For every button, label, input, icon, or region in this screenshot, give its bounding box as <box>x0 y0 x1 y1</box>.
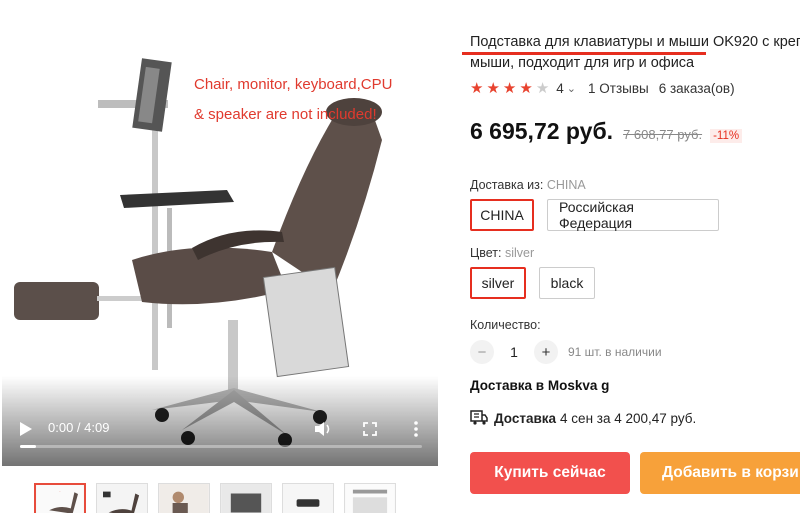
rating-value[interactable]: 4 <box>556 81 564 96</box>
notice-line-2: & speaker are not included! <box>194 106 377 123</box>
title-underline-annotation <box>462 52 706 55</box>
delivery-destination[interactable]: Доставка в Moskva g <box>470 378 609 393</box>
old-price: 7 608,77 руб. <box>623 127 703 142</box>
product-title-line-1: Подставка для клавиатуры и мыши OK920 с … <box>470 34 800 50</box>
product-title-line-2: мыши, подходит для игр и офиса <box>470 55 695 71</box>
product-video[interactable]: Chair, monitor, keyboard,CPU & speaker a… <box>2 20 438 466</box>
product-info: Подставка для клавиатуры и мыши OK920 с … <box>462 0 800 513</box>
color-option-silver[interactable]: silver <box>470 267 526 299</box>
video-progress-bar[interactable] <box>20 445 422 448</box>
color-option-black[interactable]: black <box>539 267 595 299</box>
orders-count: 6 заказа(ов) <box>658 80 735 96</box>
quantity-plus-button[interactable]: + <box>534 340 558 364</box>
thumbnail-1[interactable]: . <box>34 483 86 513</box>
volume-icon[interactable] <box>314 418 334 440</box>
not-included-notice: Chair, monitor, keyboard,CPU & speaker a… <box>194 70 434 130</box>
truck-icon <box>470 410 488 425</box>
delivery-label: Доставка <box>494 410 557 426</box>
current-price: 6 695,72 руб. <box>470 118 614 144</box>
chevron-down-icon[interactable]: ⌄ <box>567 82 576 95</box>
delivery-info: Доставка 4 сен за 4 200,47 руб. <box>470 410 696 426</box>
video-controls: 0:00 / 4:09 <box>2 396 438 466</box>
fullscreen-icon[interactable] <box>360 418 380 440</box>
color-label: Цвет: silver <box>470 246 534 260</box>
thumbnail-3[interactable] <box>158 483 210 513</box>
quantity-value[interactable]: 1 <box>494 344 534 360</box>
ship-from-option-china[interactable]: CHINA <box>470 199 534 231</box>
buy-now-button[interactable]: Купить сейчас <box>470 452 630 494</box>
video-progress-fill <box>20 445 37 448</box>
svg-text:.: . <box>59 489 60 493</box>
color-selected: silver <box>504 246 535 260</box>
notice-line-1: Chair, monitor, keyboard,CPU <box>194 76 393 93</box>
star-icon: ★ <box>519 80 536 97</box>
discount-badge: -11% <box>710 129 743 143</box>
thumbnail-strip: . <box>34 483 396 513</box>
ship-from-option-russia[interactable]: Российская Федерация <box>547 199 719 231</box>
thumbnail-2[interactable] <box>96 483 148 513</box>
star-icon: ★ <box>470 80 487 97</box>
video-time: 0:00 / 4:09 <box>48 420 110 435</box>
price-row: 6 695,72 руб. 7 608,77 руб. -11% <box>470 118 743 145</box>
quantity-label: Количество: <box>470 318 541 332</box>
rating-stars: ★★★★★ <box>470 79 552 97</box>
ship-from-label: Доставка из: CHINA <box>470 178 586 192</box>
product-page: Chair, monitor, keyboard,CPU & speaker a… <box>0 0 800 513</box>
star-icon: ★ <box>535 80 553 97</box>
rating-row: ★★★★★ 4 ⌄ 1 Отзывы 6 заказа(ов) <box>470 79 735 97</box>
reviews-link[interactable]: 1 Отзывы <box>588 81 649 96</box>
more-options-icon[interactable] <box>408 418 424 440</box>
delivery-detail: 4 сен за 4 200,47 руб. <box>560 410 697 426</box>
thumbnail-5[interactable] <box>282 483 334 513</box>
quantity-stepper: − 1 + 91 шт. в наличии <box>470 340 662 364</box>
color-label-text: Цвет: <box>470 246 502 260</box>
thumbnail-6[interactable] <box>344 483 396 513</box>
quantity-minus-button[interactable]: − <box>470 340 494 364</box>
add-to-cart-button[interactable]: Добавить в корзи <box>640 452 800 494</box>
star-icon: ★ <box>502 80 520 97</box>
ship-from-label-text: Доставка из: <box>470 178 544 192</box>
thumbnail-4[interactable] <box>220 483 272 513</box>
play-icon[interactable] <box>18 418 34 440</box>
star-icon: ★ <box>486 80 503 97</box>
stock-available: 91 шт. в наличии <box>568 345 662 359</box>
ship-from-selected: CHINA <box>546 178 586 192</box>
